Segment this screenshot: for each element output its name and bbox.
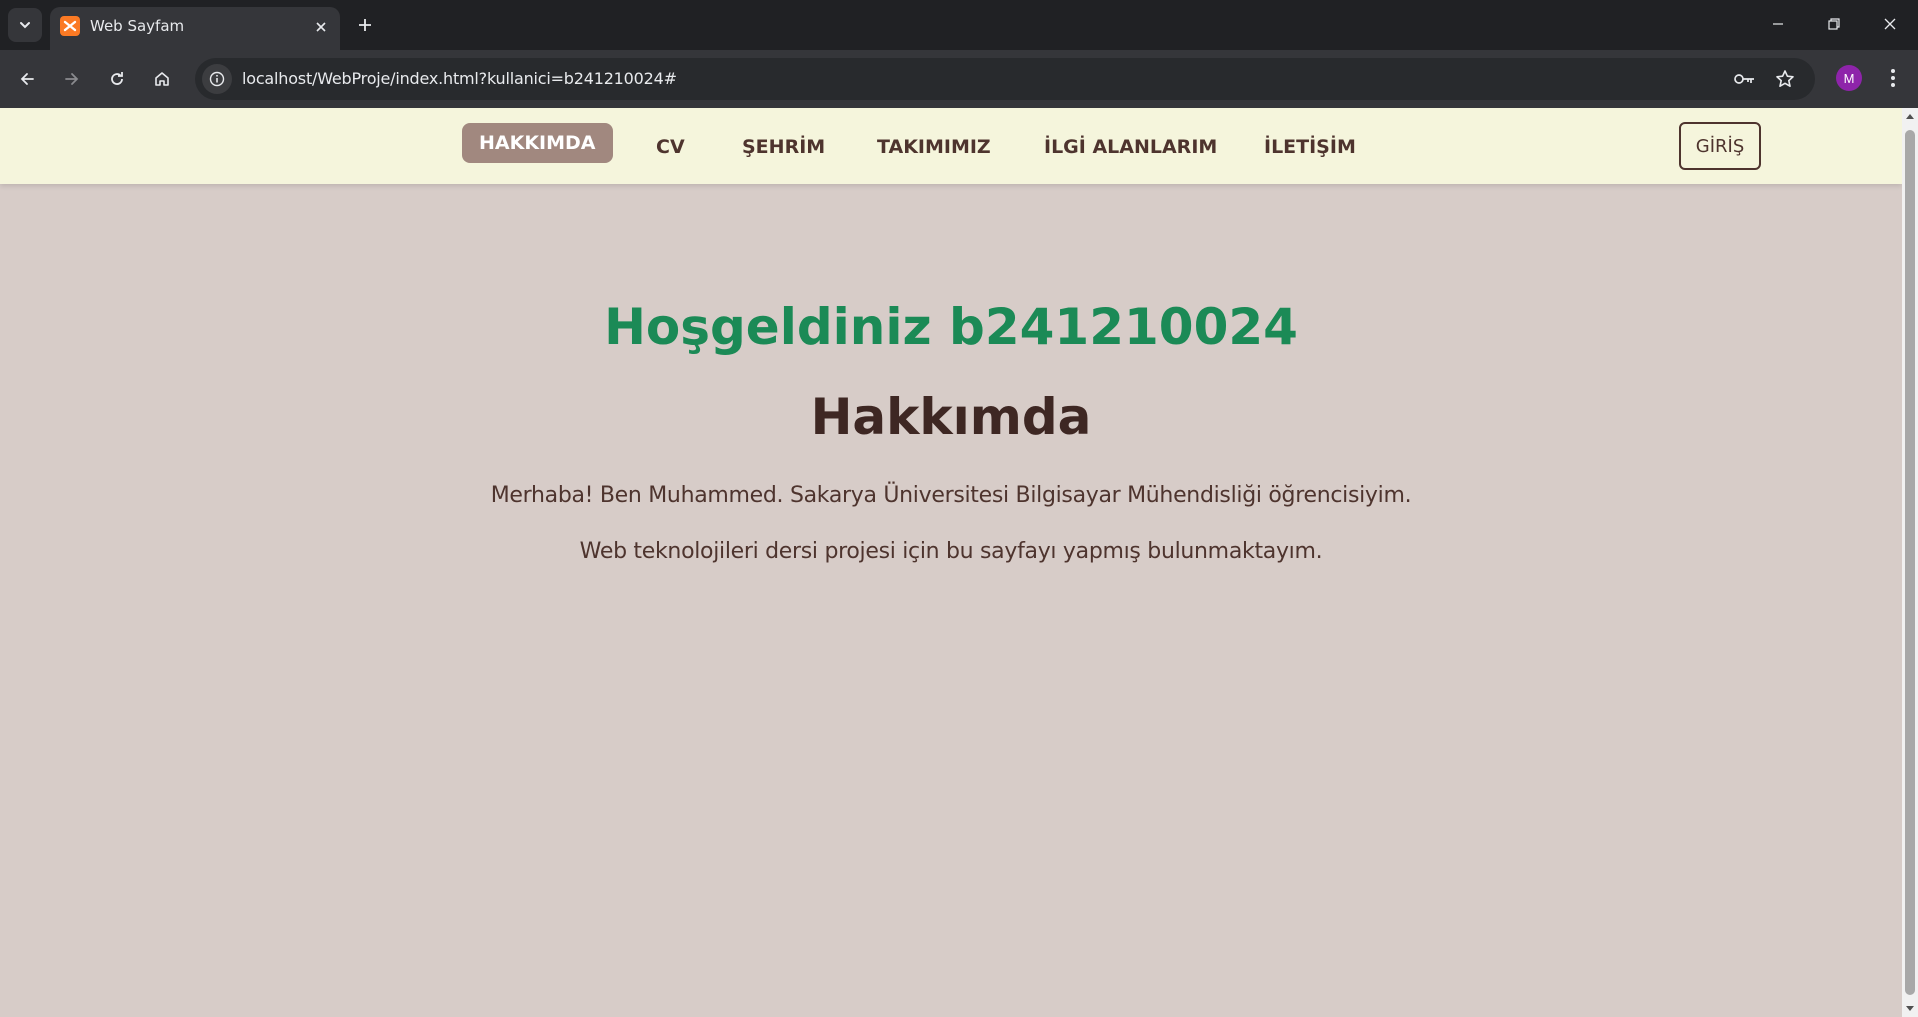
browser-menu-icon[interactable]	[1880, 63, 1906, 93]
tab-strip: Web Sayfam	[0, 0, 1918, 50]
login-button[interactable]: GİRİŞ	[1679, 122, 1761, 170]
welcome-heading: Hoşgeldiniz b241210024	[604, 298, 1298, 356]
minimize-icon[interactable]	[1750, 0, 1806, 48]
profile-avatar[interactable]: M	[1836, 65, 1862, 91]
scroll-thumb[interactable]	[1905, 130, 1915, 995]
forward-arrow-icon[interactable]	[55, 62, 89, 96]
page-viewport: HAKKIMDA CV ŞEHRİM TAKIMIMIZ İLGİ ALANLA…	[0, 108, 1918, 1017]
nav-item-sehrim[interactable]: ŞEHRİM	[742, 136, 825, 158]
back-arrow-icon[interactable]	[10, 62, 44, 96]
home-icon[interactable]	[145, 62, 179, 96]
xampp-favicon-icon	[60, 16, 80, 36]
scroll-down-icon[interactable]	[1905, 1004, 1915, 1014]
about-heading: Hakkımda	[810, 388, 1092, 446]
nav-item-iletisim[interactable]: İLETİŞİM	[1264, 136, 1356, 158]
window-close-icon[interactable]	[1862, 0, 1918, 48]
password-key-icon[interactable]	[1732, 66, 1758, 92]
page-scrollbar[interactable]	[1902, 108, 1918, 1017]
about-paragraph-2: Web teknolojileri dersi projesi için bu …	[579, 539, 1323, 564]
browser-toolbar: localhost/WebProje/index.html?kullanici=…	[0, 50, 1918, 108]
site-navbar: HAKKIMDA CV ŞEHRİM TAKIMIMIZ İLGİ ALANLA…	[0, 108, 1902, 184]
nav-item-cv[interactable]: CV	[656, 136, 685, 158]
new-tab-plus-icon[interactable]	[352, 10, 378, 40]
nav-item-hakkimda[interactable]: HAKKIMDA	[462, 123, 613, 163]
address-bar[interactable]: localhost/WebProje/index.html?kullanici=…	[195, 58, 1815, 100]
nav-item-ilgi-alanlarim[interactable]: İLGİ ALANLARIM	[1044, 136, 1217, 158]
chevron-down-icon	[20, 22, 30, 29]
bookmark-star-icon[interactable]	[1772, 66, 1798, 92]
restore-icon[interactable]	[1806, 0, 1862, 48]
browser-tab[interactable]: Web Sayfam	[50, 7, 340, 50]
nav-item-takimimiz[interactable]: TAKIMIMIZ	[877, 136, 991, 158]
url-text: localhost/WebProje/index.html?kullanici=…	[242, 69, 677, 88]
tab-title: Web Sayfam	[90, 17, 185, 35]
about-paragraph-1: Merhaba! Ben Muhammed. Sakarya Üniversit…	[490, 483, 1412, 508]
reload-icon[interactable]	[100, 62, 134, 96]
scroll-up-icon[interactable]	[1905, 111, 1915, 121]
tab-search-button[interactable]	[8, 8, 42, 42]
tab-close-icon[interactable]	[310, 16, 332, 38]
site-info-icon[interactable]	[202, 64, 232, 94]
